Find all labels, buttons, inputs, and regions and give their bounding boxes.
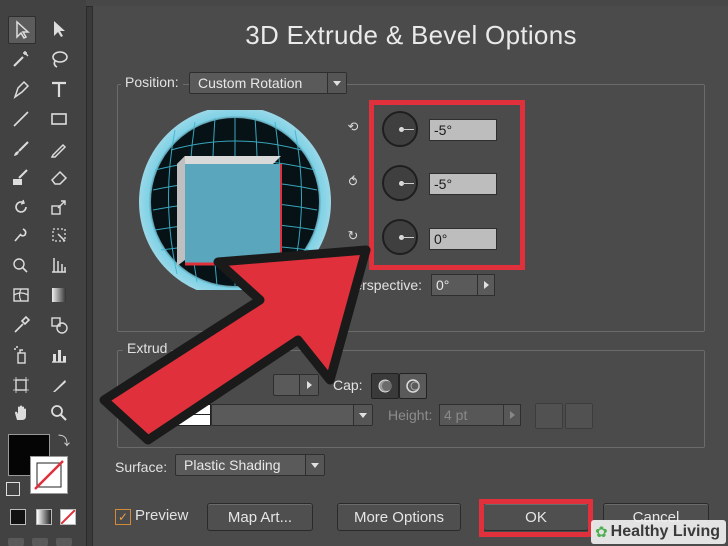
color-mode-icon[interactable] — [10, 509, 26, 525]
bevel-out-button[interactable] — [535, 403, 563, 429]
extrude-group — [117, 350, 705, 448]
x-axis-rotate-icon: ⟲ — [347, 119, 359, 134]
preview-checkbox[interactable]: ✓ — [115, 509, 131, 525]
bevel-select[interactable] — [211, 404, 373, 426]
magic-wand-icon[interactable] — [8, 46, 34, 72]
chevron-down-icon — [353, 405, 372, 425]
height-field[interactable]: 4 pt — [439, 404, 521, 426]
blob-brush-icon[interactable] — [8, 164, 34, 190]
position-label: Position: — [121, 74, 183, 90]
bevel-preview-swatch — [173, 404, 211, 426]
extrude-group-label: Extrud — [123, 340, 172, 356]
perspective-field[interactable]: 0° — [431, 274, 495, 296]
ok-highlight-box — [479, 499, 593, 537]
surface-select[interactable]: Plastic Shading — [175, 454, 325, 476]
selection-icon[interactable] — [8, 16, 36, 44]
none-mode-icon[interactable] — [60, 509, 76, 525]
perspective-grid-icon[interactable] — [46, 252, 72, 278]
slice-icon[interactable] — [46, 372, 72, 398]
bevel-in-button[interactable] — [565, 403, 593, 429]
y-axis-rotate-icon: ⥀ — [348, 174, 358, 189]
preview-label[interactable]: Preview — [135, 507, 188, 524]
draw-mode-icon[interactable] — [8, 538, 24, 546]
chevron-down-icon — [327, 73, 346, 93]
screen-mode-icon[interactable] — [32, 538, 48, 546]
gradient-mode-icon[interactable] — [36, 509, 52, 525]
rectangle-icon[interactable] — [46, 106, 72, 132]
lasso-icon[interactable] — [46, 46, 72, 72]
column-graph-icon[interactable] — [46, 342, 72, 368]
rotation-highlight-box — [369, 100, 525, 270]
default-colors-icon[interactable] — [6, 482, 20, 496]
stroke-swatch[interactable] — [30, 456, 68, 494]
cap-off-button[interactable] — [399, 373, 427, 399]
chevron-down-icon — [305, 455, 324, 475]
symbol-sprayer-icon[interactable] — [8, 342, 34, 368]
height-slider-arrow[interactable] — [503, 405, 520, 425]
hand-icon[interactable] — [8, 400, 34, 426]
zoom-icon[interactable] — [46, 400, 72, 426]
pen-icon[interactable] — [8, 76, 34, 102]
height-label: Height: — [388, 407, 433, 423]
rotate-icon[interactable] — [8, 194, 34, 220]
surface-label: Surface: — [115, 459, 168, 475]
watermark-badge: ✿ Healthy Living — [591, 520, 726, 544]
chevron-right-icon — [299, 375, 318, 395]
perspective-value: 0° — [436, 277, 450, 293]
warp-icon[interactable] — [8, 222, 34, 248]
eraser-icon[interactable] — [46, 164, 72, 190]
direct-selection-icon[interactable] — [46, 16, 72, 42]
z-axis-rotate-icon: ↻ — [347, 228, 359, 243]
paintbrush-icon[interactable] — [8, 136, 34, 162]
rotation-track-cube[interactable] — [131, 106, 331, 298]
line-icon[interactable] — [8, 106, 34, 132]
leaf-icon: ✿ — [595, 524, 608, 541]
shape-builder-icon[interactable] — [8, 252, 34, 278]
pencil-icon[interactable] — [46, 136, 72, 162]
free-transform-icon[interactable] — [46, 222, 72, 248]
artboard-icon[interactable] — [8, 372, 34, 398]
position-preset-value: Custom Rotation — [198, 75, 303, 91]
perspective-label: Perspective: — [345, 277, 423, 293]
blend-icon[interactable] — [46, 312, 72, 338]
scale-icon[interactable] — [46, 194, 72, 220]
position-preset-select[interactable]: Custom Rotation — [189, 72, 347, 94]
surface-value: Plastic Shading — [184, 457, 281, 473]
extrude-bevel-dialog: 3D Extrude & Bevel Options Position: Cus… — [92, 6, 728, 546]
map-art-button[interactable]: Map Art... — [207, 503, 313, 531]
dialog-title: 3D Extrude & Bevel Options — [245, 20, 577, 50]
watermark-text: Healthy Living — [610, 523, 720, 540]
perspective-slider-arrow[interactable] — [477, 275, 494, 295]
gradient-icon[interactable] — [46, 282, 72, 308]
more-options-button[interactable]: More Options — [337, 503, 461, 531]
type-icon[interactable] — [46, 76, 72, 102]
mesh-icon[interactable] — [8, 282, 34, 308]
change-screen-icon[interactable] — [56, 538, 72, 546]
height-value: 4 pt — [444, 407, 468, 423]
eyedropper-icon[interactable] — [8, 312, 34, 338]
extrude-depth-field[interactable] — [273, 374, 319, 396]
cap-label: Cap: — [333, 377, 363, 393]
swap-colors-icon[interactable]: ⤵ — [58, 432, 70, 449]
cap-on-button[interactable] — [371, 373, 399, 399]
tools-panel: ⤵ — [0, 0, 87, 546]
